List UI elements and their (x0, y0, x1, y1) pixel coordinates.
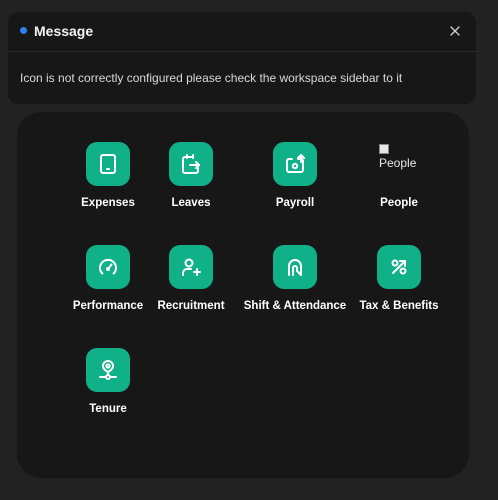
workspace-tile-people[interactable]: People People (345, 142, 453, 222)
workspace-panel: Expenses Leaves Payroll People People Pe… (17, 112, 469, 478)
workspace-tile-leaves[interactable]: Leaves (137, 142, 245, 222)
message-dialog: Message Icon is not correctly configured… (8, 12, 476, 104)
map-pin-icon (86, 348, 130, 392)
message-header: Message (8, 12, 476, 52)
calendar-exit-icon (169, 142, 213, 186)
workspace-tile-recruitment[interactable]: Recruitment (137, 245, 245, 325)
tile-label: People (380, 197, 418, 209)
gauge-icon (86, 245, 130, 289)
workspace-tile-tenure[interactable]: Tenure (54, 348, 162, 428)
wallet-upload-icon (273, 142, 317, 186)
broken-image-icon: People (379, 142, 423, 186)
workspace-tile-payroll[interactable]: Payroll (241, 142, 349, 222)
indicator-dot-icon (20, 27, 27, 34)
touch-icon (273, 245, 317, 289)
tile-label: Tenure (89, 403, 127, 415)
workspace-tile-shift-attendance[interactable]: Shift & Attendance (241, 245, 349, 325)
user-add-icon (169, 245, 213, 289)
tile-label: Tax & Benefits (359, 300, 439, 312)
close-button[interactable] (444, 20, 466, 42)
percent-icon (377, 245, 421, 289)
message-body: Icon is not correctly configured please … (20, 71, 403, 85)
tablet-icon (86, 142, 130, 186)
broken-image-glyph (379, 144, 389, 154)
image-alt-text: People (379, 156, 417, 170)
close-icon (450, 26, 460, 36)
message-title: Message (34, 23, 94, 39)
workspace-tile-tax-benefits[interactable]: Tax & Benefits (345, 245, 453, 325)
